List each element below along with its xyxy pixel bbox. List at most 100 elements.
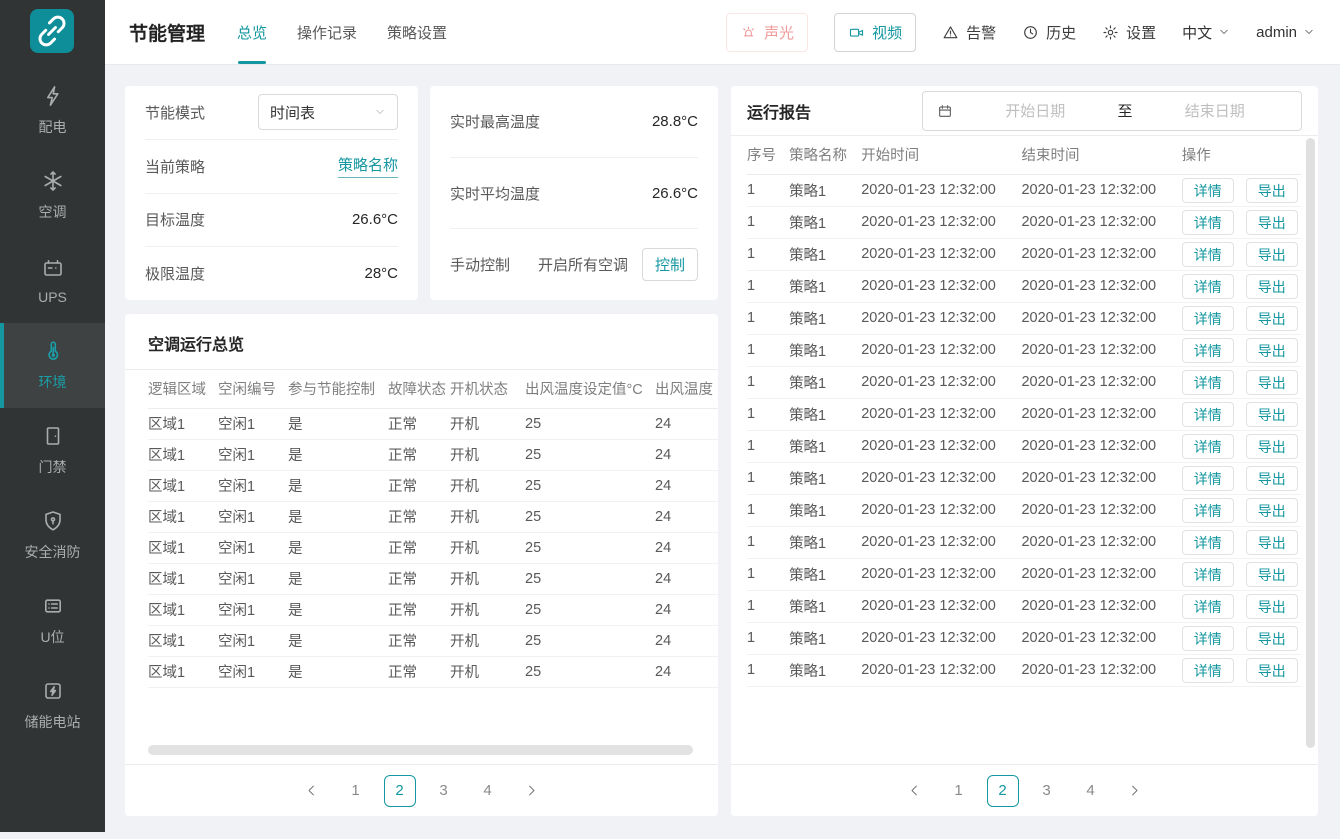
ac-table-row[interactable]: 区域1空闲1是正常开机2524 [148,594,718,625]
sidebar-item-safety[interactable]: 安全消防 [0,493,105,578]
ac-page-1[interactable]: 1 [340,775,372,807]
settings-button[interactable]: 设置 [1102,22,1156,43]
ac-prev-page-button[interactable] [296,775,328,807]
sidebar-item-label: UPS [38,289,67,305]
ac-page-4[interactable]: 4 [472,775,504,807]
sidebar-item-storage[interactable]: 储能电站 [0,663,105,748]
app-logo[interactable] [30,9,74,53]
ac-table-row[interactable]: 区域1空闲1是正常开机2524 [148,470,718,501]
export-button[interactable]: 导出 [1246,338,1298,363]
detail-button[interactable]: 详情 [1182,594,1234,619]
detail-button[interactable]: 详情 [1182,242,1234,267]
detail-button[interactable]: 详情 [1182,530,1234,555]
sound-light-button[interactable]: 声光 [726,13,808,52]
export-button[interactable]: 导出 [1246,626,1298,651]
detail-button[interactable]: 详情 [1182,498,1234,523]
detail-button[interactable]: 详情 [1182,626,1234,651]
history-button[interactable]: 历史 [1022,22,1076,43]
ac-table-row[interactable]: 区域1空闲1是正常开机2524 [148,563,718,594]
report-table-cell: 2020-01-23 12:32:00 [1021,430,1181,462]
tab-2[interactable]: 策略设置 [387,0,447,64]
report-page-4[interactable]: 4 [1075,775,1107,807]
report-pagination: 1234 [899,775,1151,807]
horizontal-scrollbar[interactable] [148,745,693,755]
report-page-3[interactable]: 3 [1031,775,1063,807]
report-prev-page-button[interactable] [899,775,931,807]
language-dropdown[interactable]: 中文 [1182,22,1230,43]
ac-table-row[interactable]: 区域1空闲1是正常开机2524 [148,439,718,470]
detail-button[interactable]: 详情 [1182,466,1234,491]
export-button[interactable]: 导出 [1246,530,1298,555]
report-column-header: 结束时间 [1021,136,1181,174]
sidebar-item-access[interactable]: 门禁 [0,408,105,493]
detail-button[interactable]: 详情 [1182,274,1234,299]
ac-page-3[interactable]: 3 [428,775,460,807]
tab-0[interactable]: 总览 [237,0,267,64]
vertical-scrollbar[interactable] [1306,138,1315,748]
ac-overview-title: 空调运行总览 [125,314,718,370]
sidebar-item-power[interactable]: 配电 [0,68,105,153]
export-button[interactable]: 导出 [1246,498,1298,523]
ac-table-cell: 正常 [388,532,450,563]
export-button[interactable]: 导出 [1246,370,1298,395]
content-area: 节能模式 时间表 当前策略 策略名称 目标温度 26.6° [105,65,1340,839]
detail-button[interactable]: 详情 [1182,178,1234,203]
export-button[interactable]: 导出 [1246,594,1298,619]
policy-name-link[interactable]: 策略名称 [338,154,398,178]
limit-temp-label: 极限温度 [145,263,205,284]
report-table-cell: 2020-01-23 12:32:00 [1021,558,1181,590]
ac-next-page-button[interactable] [516,775,548,807]
ac-table-row[interactable]: 区域1空闲1是正常开机2524 [148,532,718,563]
report-next-page-button[interactable] [1119,775,1151,807]
video-button[interactable]: 视频 [834,13,916,52]
sidebar-item-ac[interactable]: 空调 [0,153,105,238]
export-button[interactable]: 导出 [1246,658,1298,683]
report-table-header-row: 序号策略名称开始时间结束时间操作 [747,136,1302,174]
sidebar-item-uslot[interactable]: U位 [0,578,105,663]
detail-button[interactable]: 详情 [1182,370,1234,395]
report-table-cell: 2020-01-23 12:32:00 [1021,302,1181,334]
detail-button[interactable]: 详情 [1182,402,1234,427]
export-button[interactable]: 导出 [1246,178,1298,203]
export-button[interactable]: 导出 [1246,562,1298,587]
ac-page-2[interactable]: 2 [384,775,416,807]
ac-table-row[interactable]: 区域1空闲1是正常开机2524 [148,625,718,656]
control-button[interactable]: 控制 [642,248,698,281]
export-button[interactable]: 导出 [1246,434,1298,459]
report-table-cell: 2020-01-23 12:32:00 [1021,366,1181,398]
detail-button[interactable]: 详情 [1182,562,1234,587]
ac-table-cell: 正常 [388,501,450,532]
report-page-2[interactable]: 2 [987,775,1019,807]
tab-1[interactable]: 操作记录 [297,0,357,64]
report-page-1[interactable]: 1 [943,775,975,807]
export-button[interactable]: 导出 [1246,466,1298,491]
start-date-input[interactable]: 开始日期 [963,100,1108,121]
detail-button[interactable]: 详情 [1182,306,1234,331]
end-date-input[interactable]: 结束日期 [1143,100,1288,121]
ac-table-row[interactable]: 区域1空闲1是正常开机2524 [148,501,718,532]
export-button[interactable]: 导出 [1246,274,1298,299]
ac-table-footer: 1234 [125,764,718,816]
user-dropdown[interactable]: admin [1256,24,1315,41]
sidebar-item-ups[interactable]: UPS [0,238,105,323]
ac-table-row[interactable]: 区域1空闲1是正常开机2524 [148,656,718,687]
export-button[interactable]: 导出 [1246,210,1298,235]
alarm-button[interactable]: 告警 [942,22,996,43]
detail-button[interactable]: 详情 [1182,338,1234,363]
ac-table-cell: 25 [525,563,655,594]
ac-table-row[interactable]: 区域1空闲1是正常开机2524 [148,408,718,439]
ac-table-cell: 正常 [388,625,450,656]
sidebar-item-env[interactable]: 环境 [0,323,105,408]
export-button[interactable]: 导出 [1246,242,1298,267]
export-button[interactable]: 导出 [1246,402,1298,427]
date-range-picker[interactable]: 开始日期 至 结束日期 [922,91,1302,131]
detail-button[interactable]: 详情 [1182,210,1234,235]
detail-button[interactable]: 详情 [1182,434,1234,459]
detail-button[interactable]: 详情 [1182,658,1234,683]
tab-label: 策略设置 [387,22,447,43]
ac-table-cell: 区域1 [148,470,218,501]
avg-temp-row: 实时平均温度 26.6°C [450,158,698,230]
export-button[interactable]: 导出 [1246,306,1298,331]
mode-select[interactable]: 时间表 [258,94,398,130]
sidebar-item-label: 空调 [39,202,67,222]
